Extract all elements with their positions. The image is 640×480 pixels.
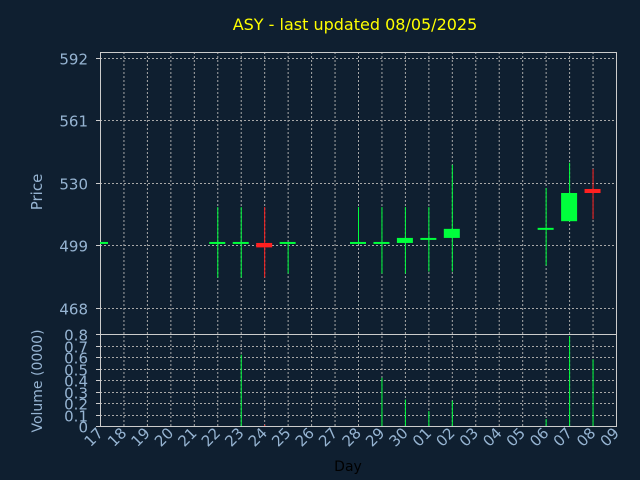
day-tick-label: 05 xyxy=(503,424,529,450)
day-tick-label: 25 xyxy=(268,424,294,450)
volume-axis-label: Volume (0000) xyxy=(30,329,46,432)
price-tick-label: 592 xyxy=(59,51,88,69)
chart-canvas: ASY - last updated 08/05/2025 Price Volu… xyxy=(28,15,623,475)
candle-body xyxy=(256,242,273,248)
day-tick-label: 01 xyxy=(409,424,435,450)
candle-body xyxy=(279,241,296,244)
day-tick-label: 04 xyxy=(479,424,505,450)
day-tick-label: 03 xyxy=(456,424,482,450)
price-tick-label: 530 xyxy=(59,176,88,194)
day-tick-label: 09 xyxy=(597,424,623,450)
day-tick-label: 21 xyxy=(174,424,200,450)
day-tick-label: 19 xyxy=(128,424,154,450)
price-tick-label: 468 xyxy=(59,301,88,319)
candle-body xyxy=(350,241,366,244)
candle-body xyxy=(443,228,460,238)
candle-body xyxy=(537,227,554,230)
candle-body xyxy=(100,241,108,244)
price-tick-label: 561 xyxy=(59,113,88,131)
day-tick-label: 24 xyxy=(245,424,271,450)
day-tick-label: 28 xyxy=(339,424,365,450)
day-tick-label: 29 xyxy=(362,424,388,450)
chart-title: ASY - last updated 08/05/2025 xyxy=(233,15,478,34)
day-tick-label: 07 xyxy=(550,424,576,450)
day-tick-label: 20 xyxy=(151,424,177,450)
day-tick-label: 02 xyxy=(432,424,458,450)
candle-body xyxy=(396,237,413,243)
price-axis-label: Price xyxy=(28,174,46,211)
candle-body xyxy=(561,193,578,222)
candle-body xyxy=(209,241,226,244)
candle-body xyxy=(584,188,601,193)
day-tick-label: 27 xyxy=(315,424,341,450)
day-axis-label: Day xyxy=(334,459,362,475)
price-tick-label: 499 xyxy=(59,238,88,256)
candle-body xyxy=(373,241,390,244)
candle-body xyxy=(232,241,249,244)
day-tick-label: 23 xyxy=(221,424,247,450)
day-tick-label: 18 xyxy=(104,424,130,450)
day-tick-label: 22 xyxy=(198,424,224,450)
day-tick-label: 08 xyxy=(573,424,599,450)
day-tick-label: 06 xyxy=(526,424,552,450)
candle-body xyxy=(420,237,437,240)
chart-root: ASY - last updated 08/05/2025 Price Volu… xyxy=(0,0,640,480)
day-tick-label: 30 xyxy=(386,424,412,450)
day-tick-label: 26 xyxy=(292,424,318,450)
